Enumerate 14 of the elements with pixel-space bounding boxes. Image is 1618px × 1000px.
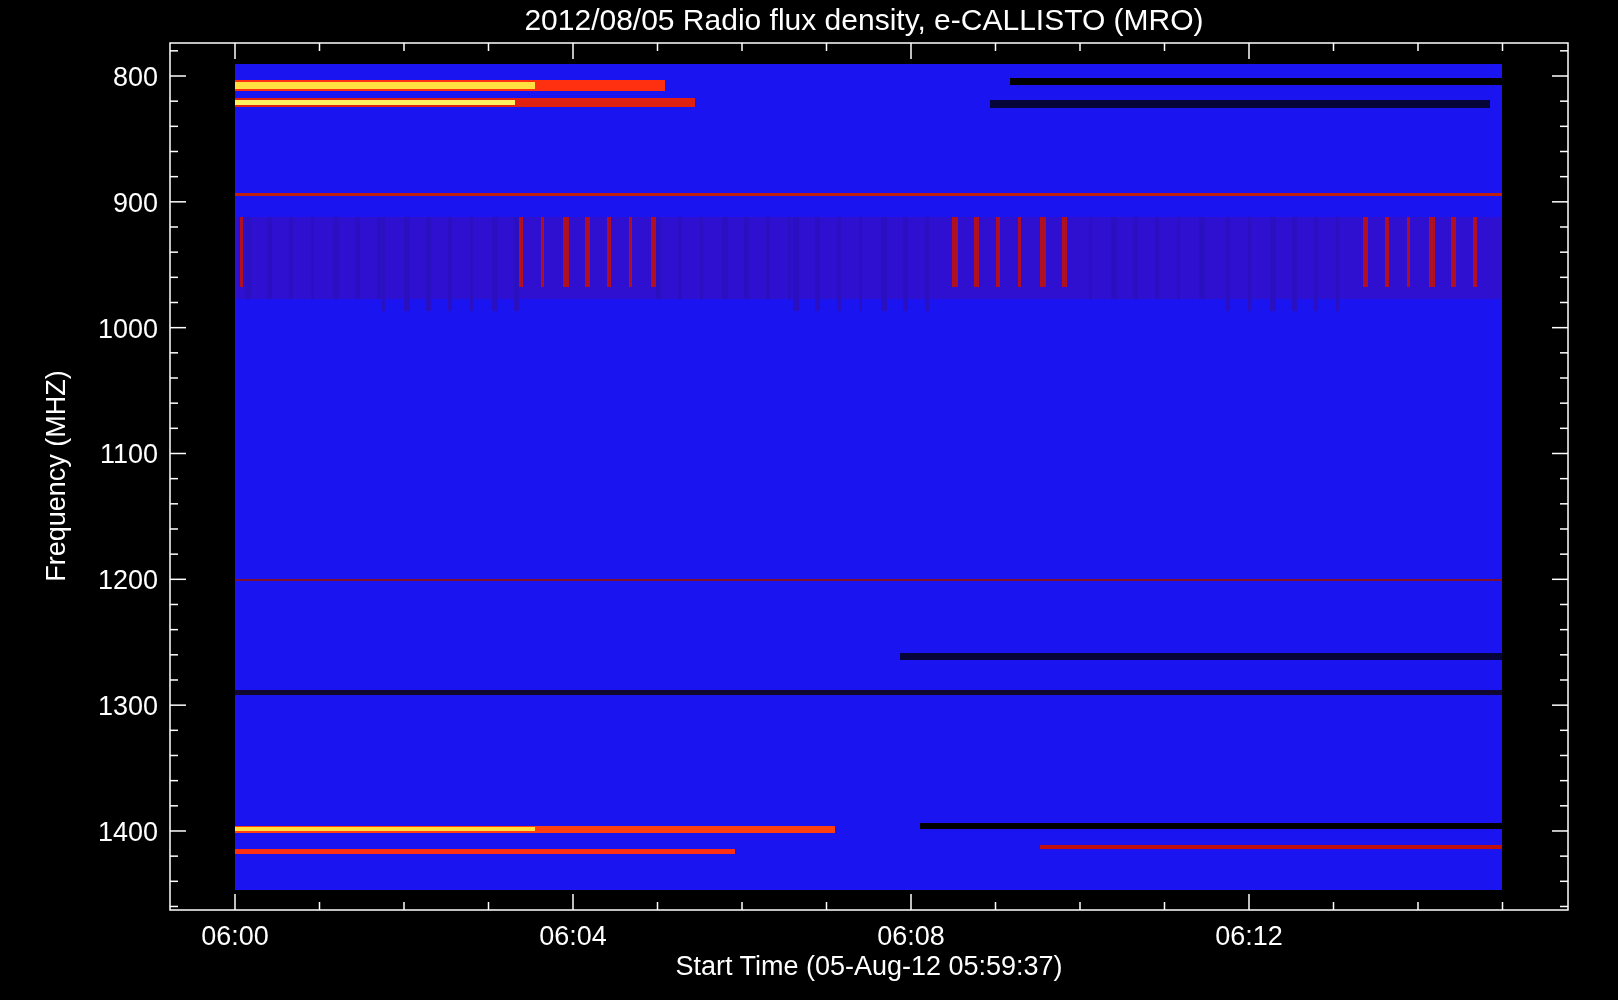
y-tick-label: 1100	[99, 439, 158, 470]
y-tick-label: 900	[112, 187, 158, 218]
plot-title: 2012/08/05 Radio flux density, e-CALLISTO (MRO)	[524, 3, 1204, 36]
y-axis-label: Frequency (MHZ)	[41, 370, 71, 582]
x-axis-label: Start Time (05-Aug-12 05:59:37)	[675, 951, 1063, 981]
x-tick-label: 06:12	[1215, 921, 1283, 951]
y-tick-label: 1200	[97, 565, 158, 596]
x-tick-label: 06:00	[201, 921, 269, 951]
y-tick-label: 1300	[97, 691, 158, 722]
y-tick-label: 1000	[97, 313, 158, 344]
x-tick-label: 06:08	[877, 921, 945, 951]
y-tick-label: 800	[112, 62, 158, 92]
y-tick-label: 1400	[97, 817, 158, 847]
x-tick-label: 06:04	[539, 921, 607, 951]
